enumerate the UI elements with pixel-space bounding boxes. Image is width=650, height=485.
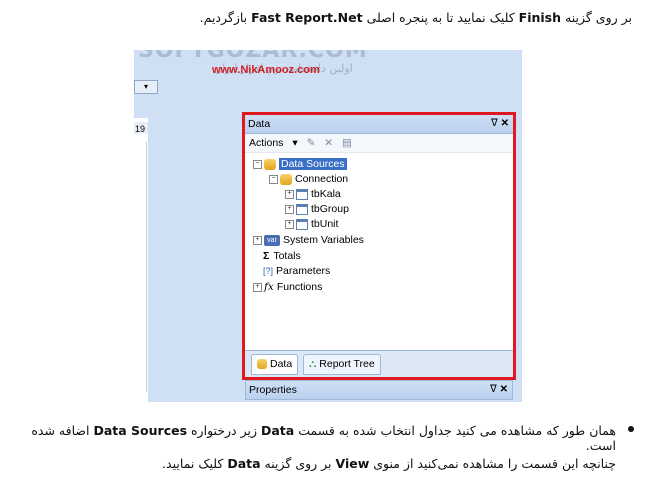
properties-panel-header: Properties ᐁ ✕	[245, 380, 513, 400]
keyword-data-sources: Data Sources	[93, 423, 188, 438]
keyword-data: Data	[260, 423, 295, 438]
intro-text-3: بازگردیم.	[199, 10, 252, 25]
close-icon[interactable]: ✕	[500, 384, 508, 395]
paragraph-2: چنانچه این قسمت را مشاهده نمی‌کنید از من…	[162, 456, 616, 471]
site-url: www.NikAmooz.com	[212, 64, 320, 76]
intro-text-2: کلیک نمایید تا به پنجره اصلی	[362, 10, 519, 25]
intro-text-1: بر روی گزینه	[561, 10, 632, 25]
dropdown-arrow-icon[interactable]: ▾	[134, 80, 158, 94]
keyword-data: Data	[227, 456, 261, 471]
intro-paragraph: بر روی گزینه Finish کلیک نمایید تا به پن…	[12, 10, 632, 25]
properties-title: Properties	[249, 384, 297, 396]
report-page-edge	[134, 142, 147, 392]
ruler-number: 19	[135, 124, 146, 134]
intro-keyword-finish: Finish	[518, 10, 562, 25]
embedded-screenshot: SOFTGOZAR.COM اولین دانشنامه نرم افزار ا…	[134, 50, 522, 402]
keyword-view: View	[335, 456, 370, 471]
bullet-icon	[628, 426, 634, 432]
highlight-frame	[242, 112, 516, 380]
bullet-paragraph-1: همان طور که مشاهده می کنید جداول انتخاب …	[12, 423, 634, 453]
pin-icon[interactable]: ᐁ	[490, 384, 497, 395]
intro-keyword-app: Fast Report.Net	[251, 10, 363, 25]
